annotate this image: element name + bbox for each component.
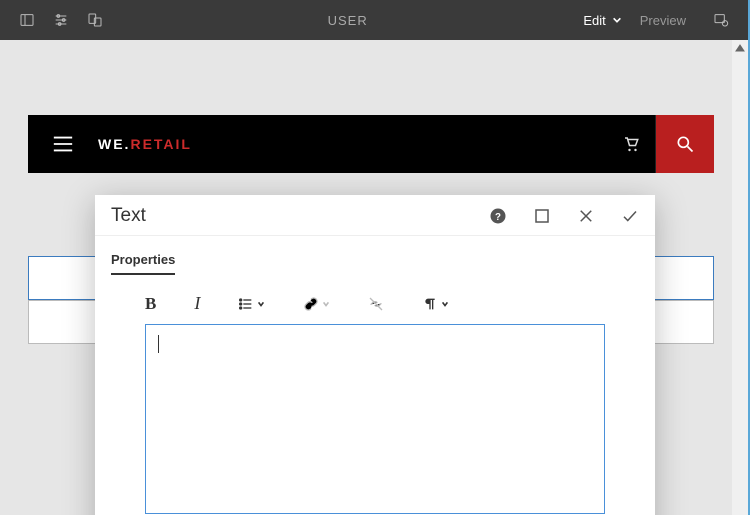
- side-panel-toggle-icon[interactable]: [10, 0, 44, 40]
- text-edit-dialog: Text ? Properties B I: [95, 195, 655, 515]
- page-canvas: WE.RETAIL Text ?: [0, 40, 732, 515]
- rte-toolbar: B I: [95, 275, 655, 324]
- help-icon[interactable]: ?: [489, 207, 507, 225]
- list-button[interactable]: [238, 295, 265, 313]
- fullscreen-icon[interactable]: [533, 207, 551, 225]
- mode-label: Edit: [583, 13, 605, 28]
- search-icon: [675, 134, 695, 154]
- chevron-down-icon: [322, 295, 330, 313]
- editor-container: [95, 324, 655, 515]
- annotate-icon[interactable]: [704, 0, 738, 40]
- hamburger-menu-icon[interactable]: [28, 135, 98, 153]
- dialog-actions: ?: [489, 207, 639, 225]
- chevron-down-icon: [612, 13, 622, 28]
- scroll-up-icon[interactable]: [732, 40, 748, 56]
- rich-text-editor[interactable]: [145, 324, 605, 514]
- paragraph-format-button[interactable]: [422, 295, 449, 313]
- vertical-scrollbar[interactable]: [732, 40, 748, 515]
- site-header: WE.RETAIL: [28, 115, 714, 173]
- page-title-label: USER: [112, 13, 583, 28]
- svg-text:?: ?: [495, 212, 501, 223]
- cart-icon[interactable]: [606, 115, 656, 173]
- site-logo[interactable]: WE.RETAIL: [98, 136, 192, 152]
- device-emulator-icon[interactable]: [78, 0, 112, 40]
- link-button[interactable]: [303, 295, 330, 313]
- chevron-down-icon: [257, 295, 265, 313]
- tab-properties[interactable]: Properties: [111, 252, 175, 275]
- chevron-down-icon: [441, 295, 449, 313]
- mode-switcher[interactable]: Edit: [583, 13, 621, 28]
- unlink-button[interactable]: [368, 296, 384, 312]
- app-toolbar: USER Edit Preview: [0, 0, 748, 40]
- preview-button[interactable]: Preview: [640, 13, 686, 28]
- dialog-title: Text: [111, 205, 489, 227]
- close-icon[interactable]: [577, 207, 595, 225]
- sliders-icon[interactable]: [44, 0, 78, 40]
- confirm-icon[interactable]: [621, 207, 639, 225]
- dialog-tabs: Properties: [95, 236, 655, 275]
- toolbar-left: [0, 0, 112, 40]
- bold-button[interactable]: B: [145, 294, 156, 314]
- dialog-header: Text ?: [95, 195, 655, 236]
- toolbar-right: Edit Preview: [583, 0, 748, 40]
- logo-part-1: WE.: [98, 136, 130, 152]
- italic-button[interactable]: I: [194, 293, 200, 314]
- logo-part-2: RETAIL: [130, 136, 192, 152]
- search-button[interactable]: [656, 115, 714, 173]
